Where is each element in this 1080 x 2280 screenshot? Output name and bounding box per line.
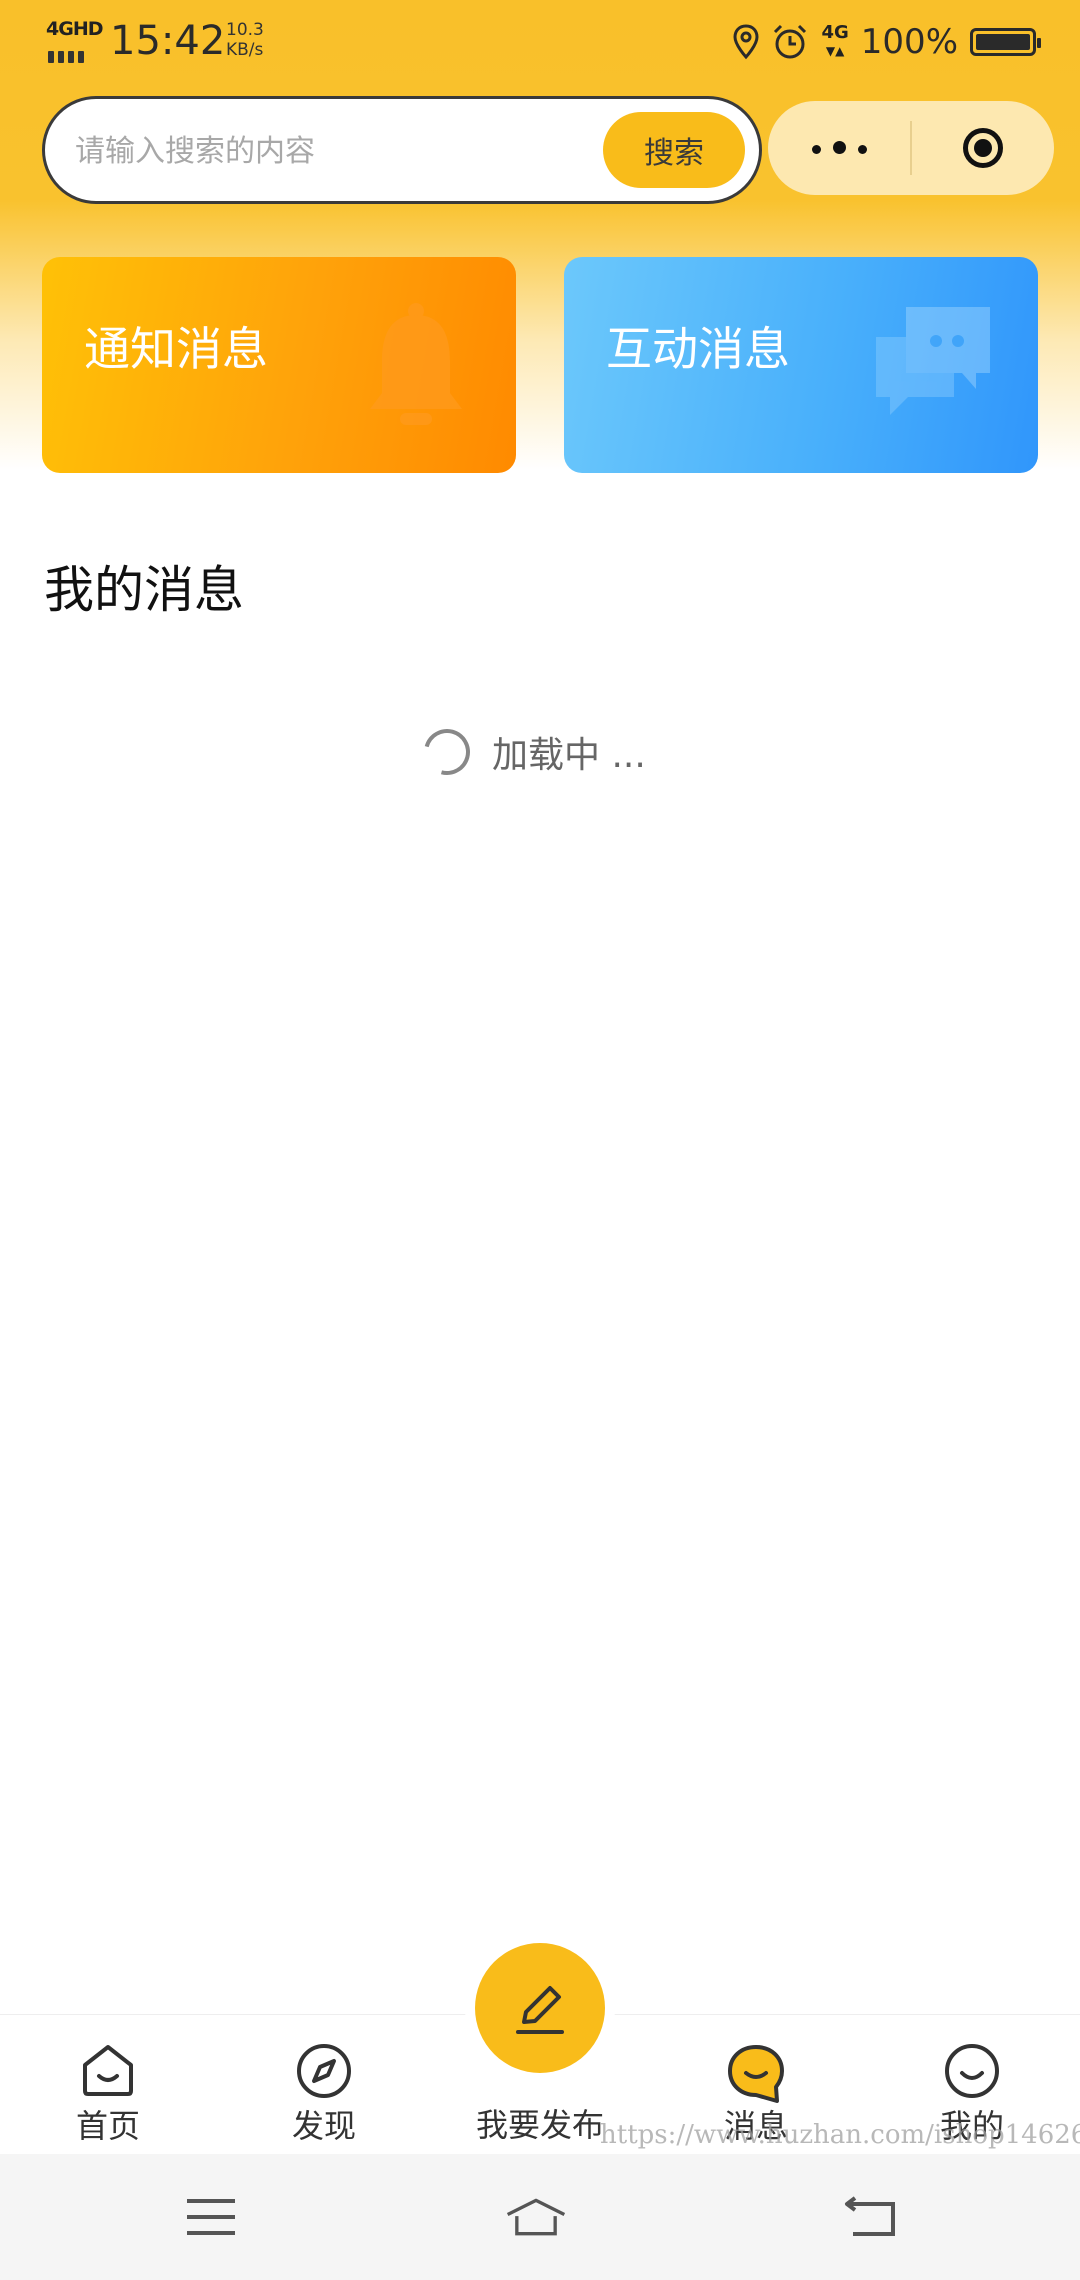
mobile-data-indicator: 4G ▼▲ (821, 24, 848, 60)
search-button[interactable]: 搜索 (603, 112, 745, 188)
chat-bubbles-icon (876, 307, 990, 415)
signal-bars-icon (48, 48, 88, 67)
watermark: https://www.huzhan.com/ishop14626 (600, 2120, 1080, 2150)
tab-discover-label: 发现 (291, 2107, 356, 2145)
back-icon (845, 2196, 895, 2236)
bell-icon (370, 303, 462, 425)
battery-icon (970, 28, 1041, 56)
compass-icon (297, 2044, 351, 2098)
mobile-data-label: 4G (821, 22, 849, 43)
publish-button[interactable] (475, 1943, 605, 2073)
interactive-messages-card[interactable]: 互动消息 (564, 257, 1038, 473)
more-dots-icon (806, 139, 873, 158)
network-type: 4GHD (46, 18, 103, 40)
target-circle-icon (963, 128, 1003, 168)
tab-home[interactable]: 首页 (28, 2015, 188, 2155)
miniprogram-capsule (768, 101, 1054, 195)
menu-button[interactable] (181, 2187, 241, 2247)
tab-discover[interactable]: 发现 (244, 2015, 404, 2155)
home-icon (506, 2198, 566, 2236)
spinner-icon (415, 720, 479, 784)
notice-messages-label: 通知消息 (84, 322, 268, 376)
menu-icon (187, 2199, 235, 2235)
notice-messages-card[interactable]: 通知消息 (42, 257, 516, 473)
loading-text: 加载中 ... (492, 735, 646, 776)
interactive-messages-label: 互动消息 (606, 322, 790, 376)
tab-home-label: 首页 (75, 2107, 140, 2145)
search-bar: 搜索 (42, 96, 762, 204)
system-navigation-bar (0, 2154, 1080, 2280)
more-options-button[interactable] (768, 101, 910, 195)
loading-indicator: 加载中 ... (415, 720, 646, 784)
status-bar: 4GHD 15:42 10.3 KB/s 4G ▼▲ 100% (0, 0, 1080, 84)
data-arrows-icon: ▼▲ (825, 44, 845, 58)
message-smile-icon (728, 2045, 784, 2103)
close-miniprogram-button[interactable] (912, 101, 1054, 195)
pencil-icon (516, 1986, 564, 2034)
section-title: 我的消息 (44, 561, 244, 619)
network-speed: 10.3 KB/s (226, 20, 264, 60)
alarm-icon (774, 24, 807, 59)
system-home-button[interactable] (506, 2187, 566, 2247)
smile-icon (945, 2044, 999, 2098)
clock: 15:42 (110, 18, 226, 64)
speed-value: 10.3 (226, 20, 264, 40)
home-icon (83, 2045, 133, 2096)
signal-indicator: 4GHD (46, 18, 103, 63)
location-icon (733, 24, 759, 60)
battery-percent: 100% (860, 22, 958, 62)
speed-unit: KB/s (226, 40, 264, 60)
status-icons: 4G ▼▲ 100% (721, 20, 1041, 64)
search-input[interactable] (73, 99, 597, 203)
back-button[interactable] (840, 2187, 900, 2247)
